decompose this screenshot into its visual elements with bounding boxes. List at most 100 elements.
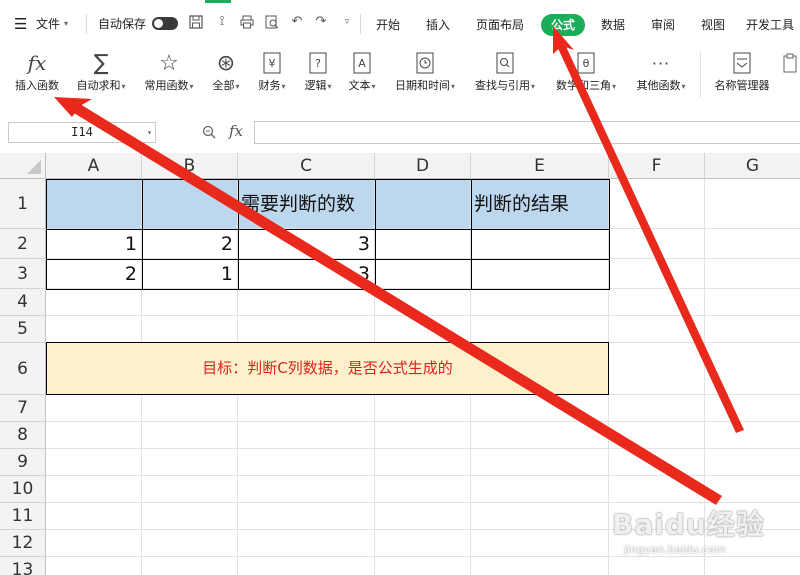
name-box-chevron-icon[interactable]: ▾	[147, 123, 152, 142]
paste-names-icon[interactable]	[782, 50, 800, 102]
cell-a3[interactable]: 2	[46, 259, 142, 289]
format-painter-icon[interactable]: ⟟	[215, 15, 229, 29]
yen-book-icon: ¥	[252, 50, 292, 76]
text-functions-button[interactable]: A 文本▾	[342, 50, 382, 102]
customize-toolbar-chevron-icon[interactable]: ▿	[340, 15, 354, 29]
menu-hamburger-icon[interactable]: ☰	[14, 14, 27, 34]
column-header-d[interactable]: D	[375, 153, 471, 179]
more-dots-icon: ···	[651, 53, 671, 73]
cell-b3[interactable]: 1	[142, 259, 238, 289]
menu-bar: ☰ 文件 ▾ 自动保存 ⟟ ↶ ↷ ▿ 开始 插入 页面布局 公式 数据 审阅 …	[0, 0, 800, 46]
divider	[700, 52, 701, 98]
asterisk-circle-icon: ⊛	[216, 50, 236, 76]
row-header-12[interactable]: 12	[0, 530, 46, 557]
common-functions-label: 常用函数	[144, 79, 189, 92]
cell-reference: I14	[71, 125, 93, 139]
text-functions-label: 文本	[348, 79, 371, 92]
spreadsheet-grid[interactable]: A B C D E F G 1 2 3 4 5 6 7 8 9 10 11 12…	[0, 153, 800, 575]
row-header-11[interactable]: 11	[0, 503, 46, 530]
cell-c3[interactable]: 3	[238, 259, 375, 289]
common-functions-button[interactable]: ☆ 常用函数▾	[138, 50, 200, 102]
column-header-e[interactable]: E	[471, 153, 609, 179]
row-header-13[interactable]: 13	[0, 557, 46, 575]
column-header-g[interactable]: G	[705, 153, 800, 179]
empty-cells-fg[interactable]	[609, 179, 800, 289]
autosave-toggle[interactable]	[152, 17, 178, 30]
date-time-button[interactable]: 日期和时间▾	[388, 50, 462, 102]
financial-button[interactable]: ¥ 财务▾	[252, 50, 292, 102]
cell-b1[interactable]	[142, 179, 238, 229]
tab-page-layout[interactable]: 页面布局	[470, 14, 530, 36]
column-header-b[interactable]: B	[142, 153, 238, 179]
svg-text:θ: θ	[583, 57, 590, 70]
column-header-f[interactable]: F	[609, 153, 705, 179]
more-functions-button[interactable]: ··· 其他函数▾	[630, 50, 692, 102]
row-header-8[interactable]: 8	[0, 422, 46, 449]
print-icon[interactable]	[240, 15, 254, 29]
column-header-c[interactable]: C	[238, 153, 375, 179]
undo-icon[interactable]: ↶	[290, 15, 304, 29]
row-header-4[interactable]: 4	[0, 289, 46, 316]
sigma-icon: ∑	[93, 50, 109, 76]
cell-d2[interactable]	[375, 229, 471, 259]
cell-e1[interactable]: 判断的结果	[471, 179, 609, 229]
row-header-9[interactable]: 9	[0, 449, 46, 476]
cell-a6-merged-goal[interactable]: 目标：判断C列数据，是否公式生成的	[46, 342, 609, 395]
cell-d3[interactable]	[375, 259, 471, 289]
tab-review[interactable]: 审阅	[646, 14, 680, 36]
row-header-2[interactable]: 2	[0, 229, 46, 259]
divider	[360, 14, 361, 34]
fx-icon: fx	[27, 51, 47, 75]
select-all-corner[interactable]	[0, 153, 46, 179]
autosum-label: 自动求和	[76, 79, 121, 92]
cell-c1[interactable]: 需要判断的数	[238, 179, 375, 229]
row-header-1[interactable]: 1	[0, 179, 46, 229]
name-manager-button[interactable]: 名称管理器	[708, 50, 776, 102]
zoom-search-icon[interactable]	[202, 125, 216, 139]
row-header-10[interactable]: 10	[0, 476, 46, 503]
fx-icon[interactable]: fx	[229, 122, 243, 140]
cell-a1[interactable]	[46, 179, 142, 229]
theta-book-icon: θ	[548, 50, 624, 76]
tab-formulas[interactable]: 公式	[541, 14, 585, 36]
math-trig-button[interactable]: θ 数学和三角▾	[548, 50, 624, 102]
column-header-a[interactable]: A	[46, 153, 142, 179]
cell-e2[interactable]	[471, 229, 609, 259]
row-header-5[interactable]: 5	[0, 316, 46, 343]
cell-b2[interactable]: 2	[142, 229, 238, 259]
autosum-button[interactable]: ∑ 自动求和▾	[70, 50, 132, 102]
save-icon[interactable]	[189, 15, 203, 29]
cell-a2[interactable]: 1	[46, 229, 142, 259]
table-gridline	[471, 179, 472, 289]
row-header-3[interactable]: 3	[0, 259, 46, 289]
lookup-reference-button[interactable]: 查找与引用▾	[468, 50, 542, 102]
cell-e3[interactable]	[471, 259, 609, 289]
date-time-label: 日期和时间	[394, 79, 450, 92]
cell-c2[interactable]: 3	[238, 229, 375, 259]
name-box[interactable]: I14 ▾	[8, 122, 156, 143]
divider	[86, 14, 87, 34]
tab-developer[interactable]: 开发工具	[746, 14, 800, 36]
lookup-reference-label: 查找与引用	[474, 79, 530, 92]
row-header-7[interactable]: 7	[0, 395, 46, 422]
autosave-label: 自动保存	[98, 17, 147, 31]
cell-d1[interactable]	[375, 179, 471, 229]
row-header-6[interactable]: 6	[0, 343, 46, 395]
tab-view[interactable]: 视图	[696, 14, 730, 36]
redo-icon[interactable]: ↷	[314, 15, 328, 29]
formula-input[interactable]	[254, 121, 800, 144]
ribbon-formulas: fx 插入函数 ∑ 自动求和▾ ☆ 常用函数▾ ⊛ 全部▾ ¥ 财务▾ ? 逻辑…	[0, 46, 800, 104]
search-book-icon	[468, 50, 542, 76]
logical-button[interactable]: ? 逻辑▾	[298, 50, 338, 102]
empty-cells[interactable]	[46, 289, 800, 575]
all-functions-button[interactable]: ⊛ 全部▾	[206, 50, 246, 102]
file-menu[interactable]: 文件	[36, 14, 60, 34]
tab-insert[interactable]: 插入	[420, 14, 456, 36]
insert-function-button[interactable]: fx 插入函数	[8, 50, 66, 102]
tab-data[interactable]: 数据	[596, 14, 630, 36]
file-menu-chevron-icon[interactable]: ▾	[64, 14, 68, 34]
print-preview-icon[interactable]	[265, 15, 279, 29]
tab-home[interactable]: 开始	[370, 14, 406, 36]
clock-book-icon	[388, 50, 462, 76]
table-gridline	[142, 179, 143, 289]
